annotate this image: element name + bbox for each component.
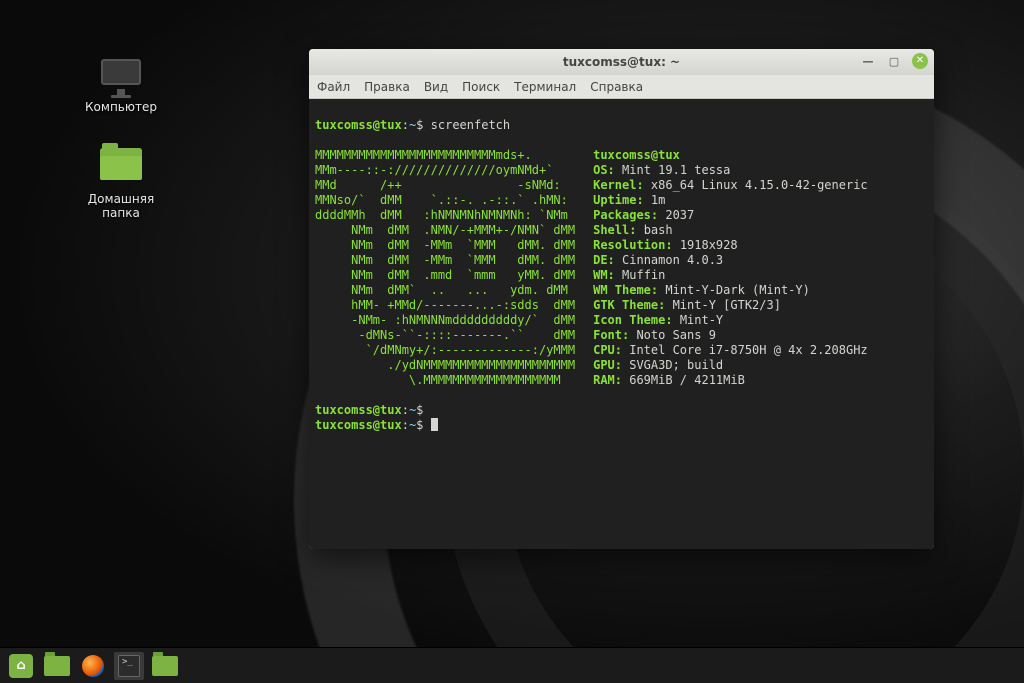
desktop-icon-label: Компьютер	[76, 100, 166, 114]
taskbar-files[interactable]	[42, 652, 72, 680]
firefox-icon	[82, 655, 104, 677]
terminal-cursor	[431, 418, 438, 431]
menu-edit[interactable]: Правка	[364, 80, 410, 94]
taskbar: ⌂	[0, 647, 1024, 683]
folder-icon	[152, 656, 178, 676]
minimize-button[interactable]: —	[860, 53, 876, 69]
folder-icon	[44, 656, 70, 676]
window-titlebar[interactable]: tuxcomss@tux: ~ — ▢ ✕	[309, 49, 934, 75]
terminal-icon	[118, 655, 140, 677]
window-title: tuxcomss@tux: ~	[563, 55, 680, 69]
desktop-icon-home[interactable]: Домашняя папка	[76, 140, 166, 220]
taskbar-files-2[interactable]	[150, 652, 180, 680]
menu-help[interactable]: Справка	[590, 80, 643, 94]
terminal-window: tuxcomss@tux: ~ — ▢ ✕ Файл Правка Вид По…	[309, 49, 934, 549]
menu-button[interactable]: ⌂	[6, 652, 36, 680]
taskbar-firefox[interactable]	[78, 652, 108, 680]
menu-terminal[interactable]: Терминал	[514, 80, 576, 94]
screenfetch-info: tuxcomss@tux OS: Mint 19.1 tessa Kernel:…	[575, 148, 868, 388]
mint-logo-icon: ⌂	[9, 654, 33, 678]
close-button[interactable]: ✕	[912, 53, 928, 69]
menu-view[interactable]: Вид	[424, 80, 448, 94]
desktop-icon-label: Домашняя папка	[76, 192, 166, 220]
menu-search[interactable]: Поиск	[462, 80, 500, 94]
taskbar-terminal[interactable]	[114, 652, 144, 680]
desktop-icon-computer[interactable]: Компьютер	[76, 48, 166, 114]
terminal-viewport[interactable]: tuxcomss@tux:~$ screenfetch MMMMMMMMMMMM…	[309, 99, 934, 549]
window-menubar: Файл Правка Вид Поиск Терминал Справка	[309, 75, 934, 99]
computer-icon	[97, 48, 145, 96]
screenfetch-ascii: MMMMMMMMMMMMMMMMMMMMMMMMMmds+. MMm----::…	[315, 148, 575, 388]
maximize-button[interactable]: ▢	[886, 53, 902, 69]
folder-icon	[97, 140, 145, 188]
menu-file[interactable]: Файл	[317, 80, 350, 94]
terminal-command: screenfetch	[431, 118, 510, 132]
